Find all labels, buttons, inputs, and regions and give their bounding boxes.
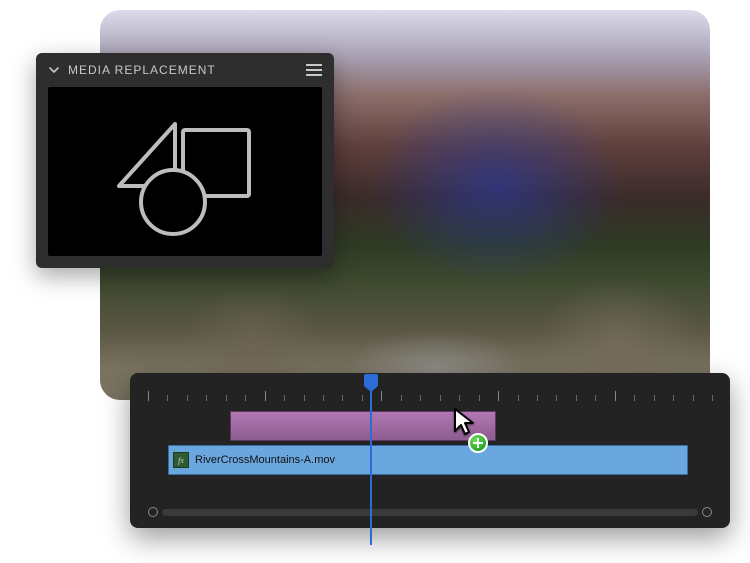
panel-menu-icon[interactable] (306, 64, 322, 76)
panel-header: MEDIA REPLACEMENT (48, 63, 322, 77)
timeline-scroll-zoom[interactable] (148, 506, 712, 518)
ruler-tick (323, 395, 324, 401)
ruler-tick (615, 391, 616, 401)
panel-title: MEDIA REPLACEMENT (68, 63, 298, 77)
ruler-tick (245, 395, 246, 401)
ruler-tick (362, 395, 363, 401)
ruler-tick (187, 395, 188, 401)
placeholder-shapes-icon (95, 102, 275, 242)
clip-v2[interactable]: fx RiverCrossMountains-A.mov (168, 445, 688, 475)
ruler-tick (342, 395, 343, 401)
zoom-handle-right[interactable] (702, 507, 712, 517)
ruler-tick (440, 395, 441, 401)
media-replacement-panel: MEDIA REPLACEMENT (36, 53, 334, 268)
ruler-tick (634, 395, 635, 401)
add-plus-icon (468, 433, 488, 453)
scroll-track[interactable] (162, 509, 698, 516)
ruler-tick (265, 391, 266, 401)
ruler-tick (576, 395, 577, 401)
ruler-tick (537, 395, 538, 401)
ruler-tick (420, 395, 421, 401)
clip-name-label: RiverCrossMountains-A.mov (195, 454, 335, 466)
fx-badge-icon[interactable]: fx (173, 452, 189, 468)
ruler-tick (206, 395, 207, 401)
ruler-tick (401, 395, 402, 401)
ruler-tick (479, 395, 480, 401)
playhead[interactable] (370, 380, 372, 545)
ruler-tick (459, 395, 460, 401)
ruler-tick (148, 391, 149, 401)
zoom-handle-left[interactable] (148, 507, 158, 517)
ruler-tick (712, 395, 713, 401)
ruler-tick (595, 395, 596, 401)
ruler-tick (693, 395, 694, 401)
ruler-tick (284, 395, 285, 401)
ruler-tick (381, 391, 382, 401)
timeline-tracks[interactable]: fx RiverCrossMountains-A.mov (148, 411, 712, 493)
ruler-tick (167, 395, 168, 401)
ruler-tick (673, 395, 674, 401)
media-placeholder-preview[interactable] (48, 87, 322, 256)
ruler-tick (518, 395, 519, 401)
ruler-tick (226, 395, 227, 401)
ruler-tick (654, 395, 655, 401)
ruler-tick (556, 395, 557, 401)
playhead-handle[interactable] (364, 374, 378, 386)
ruler-tick (498, 391, 499, 401)
timeline-panel: fx RiverCrossMountains-A.mov (130, 373, 730, 528)
ruler-tick (304, 395, 305, 401)
timeline-ruler[interactable] (148, 381, 712, 407)
chevron-down-icon[interactable] (48, 64, 60, 76)
